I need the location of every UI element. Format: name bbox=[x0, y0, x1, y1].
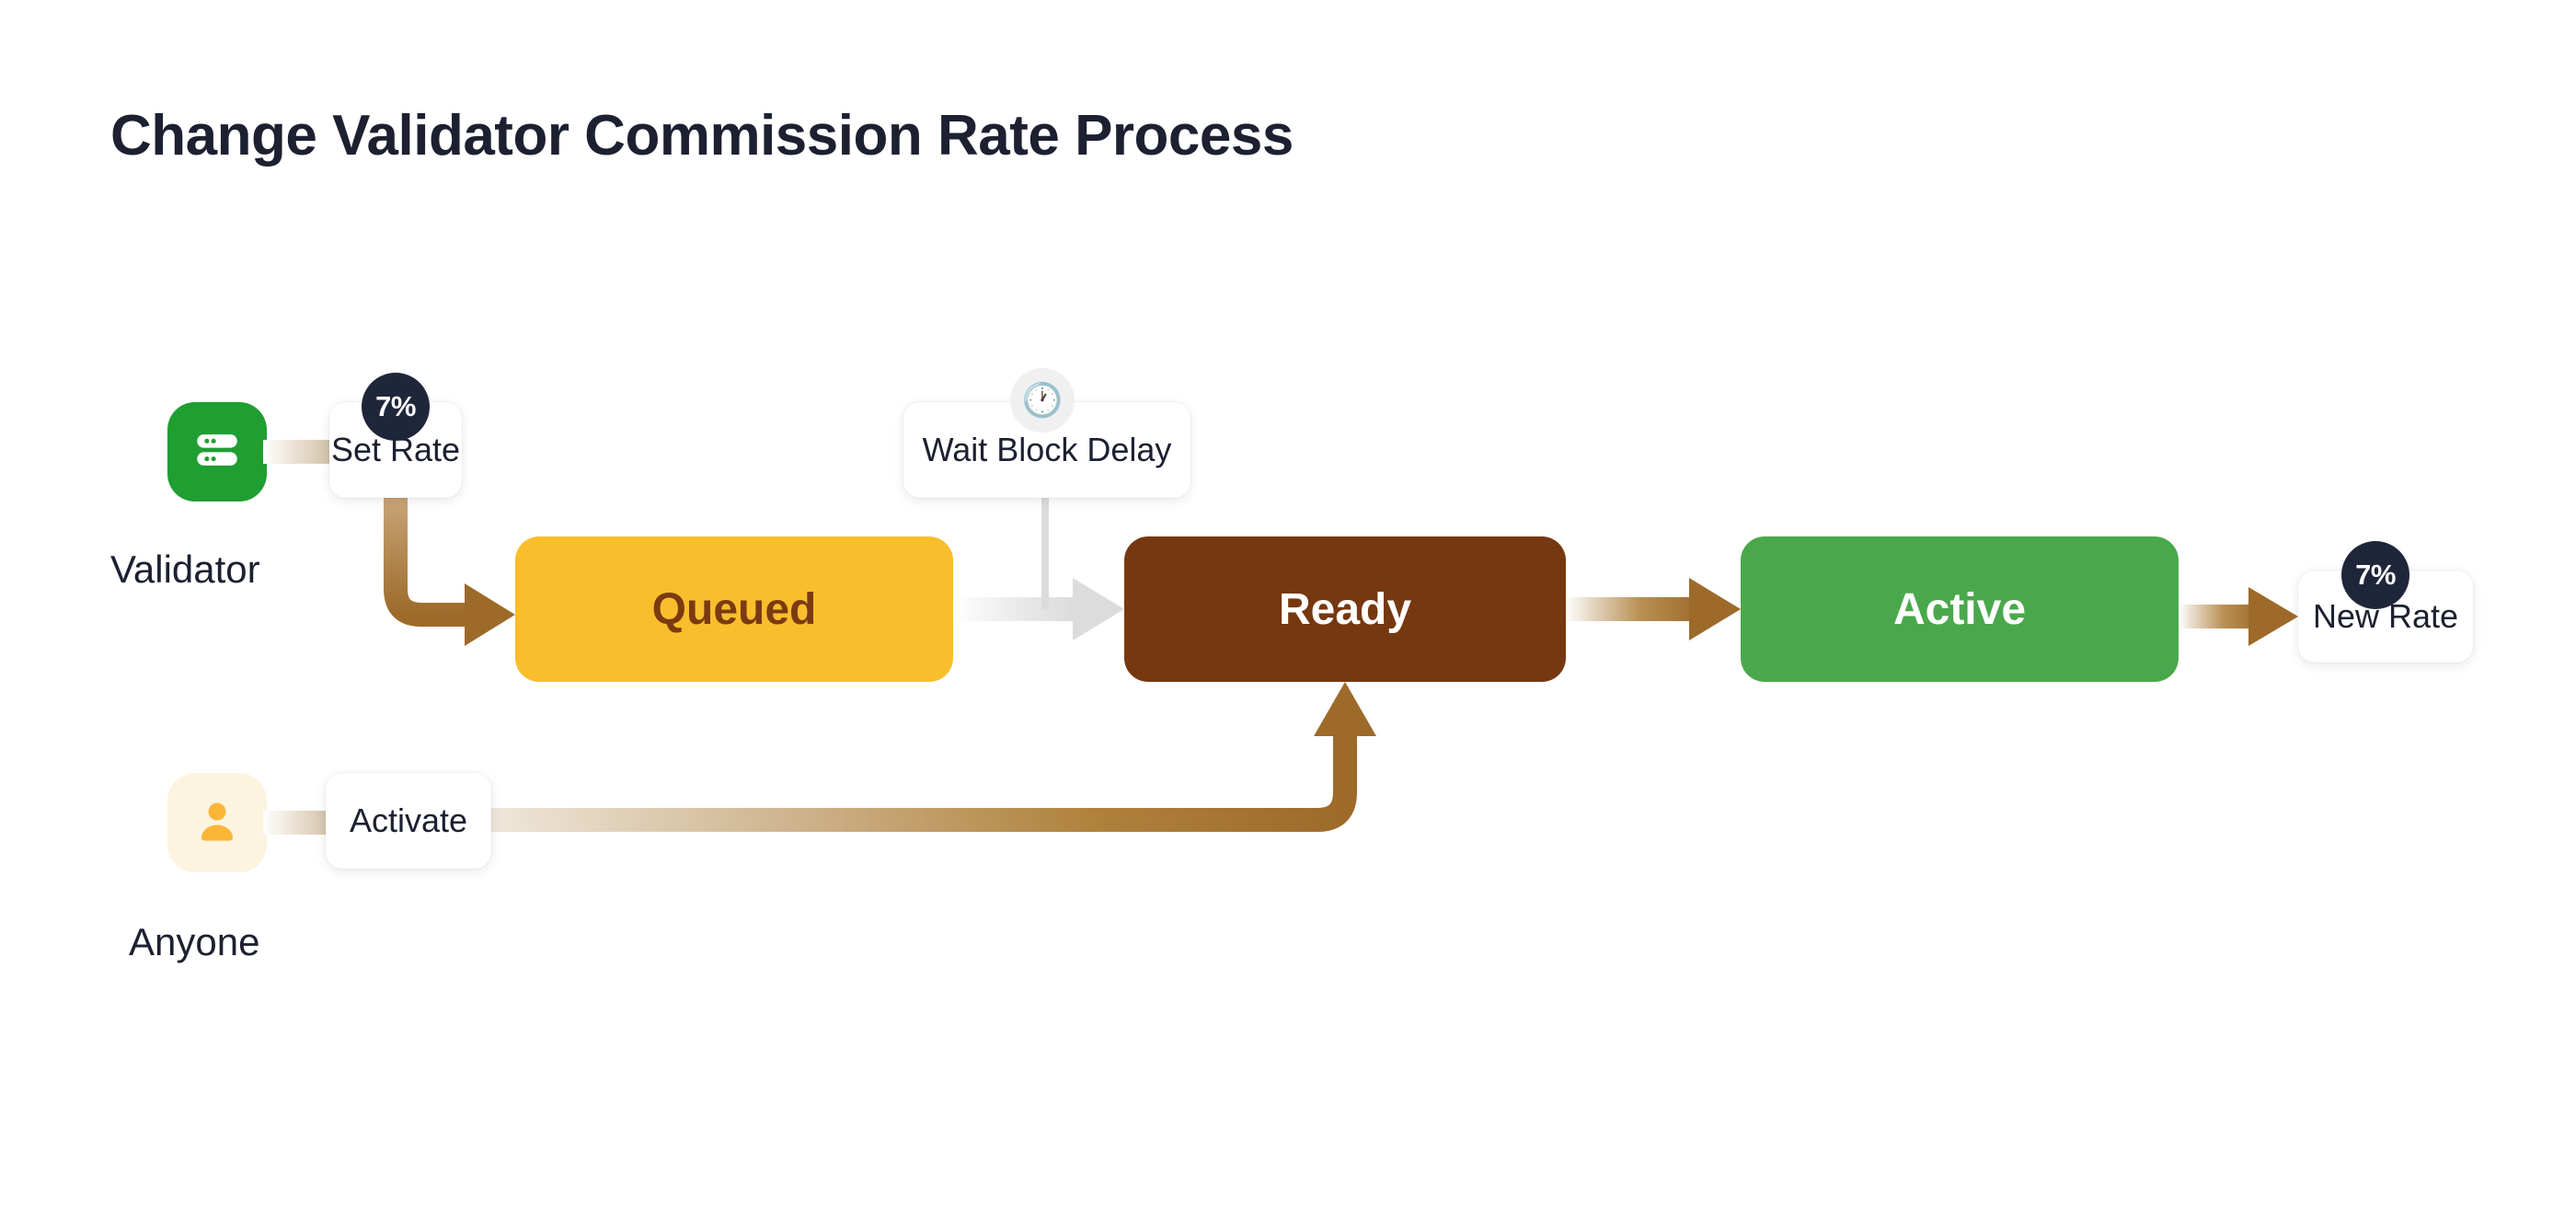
actor-tile-anyone[interactable] bbox=[167, 773, 267, 872]
action-label-wait-block-delay: Wait Block Delay bbox=[922, 431, 1172, 468]
diagram-canvas: Change Validator Commission Rate Process bbox=[0, 0, 2576, 1222]
actor-tile-validator[interactable] bbox=[167, 402, 267, 501]
action-label-activate: Activate bbox=[349, 801, 468, 839]
clock-icon: 🕐 bbox=[1010, 368, 1075, 432]
badge-percent-new-rate: 7% bbox=[2341, 541, 2409, 609]
page-title: Change Validator Commission Rate Process bbox=[110, 104, 1294, 167]
actor-label-anyone: Anyone bbox=[129, 920, 260, 963]
flow-ready-to-active bbox=[1566, 578, 1741, 640]
state-box-queued[interactable]: Queued bbox=[515, 536, 953, 682]
flow-queued-to-ready bbox=[953, 578, 1124, 640]
flow-active-to-new-rate bbox=[2179, 587, 2298, 646]
state-label-queued: Queued bbox=[651, 584, 817, 634]
server-icon bbox=[190, 423, 244, 481]
flow-activate-to-ready bbox=[491, 682, 1376, 832]
state-label-ready: Ready bbox=[1278, 584, 1412, 634]
state-label-active: Active bbox=[1892, 584, 2027, 634]
badge-percent-set-rate: 7% bbox=[362, 373, 430, 441]
person-icon bbox=[192, 796, 242, 850]
flow-set-rate-to-queued bbox=[384, 498, 515, 646]
connector-stub-validator bbox=[263, 440, 337, 464]
actor-label-validator: Validator bbox=[110, 548, 260, 591]
action-pill-activate[interactable]: Activate bbox=[326, 773, 491, 869]
flow-wait-delay-tick bbox=[1041, 498, 1049, 610]
state-box-active[interactable]: Active bbox=[1741, 536, 2179, 682]
state-box-ready[interactable]: Ready bbox=[1124, 536, 1566, 682]
